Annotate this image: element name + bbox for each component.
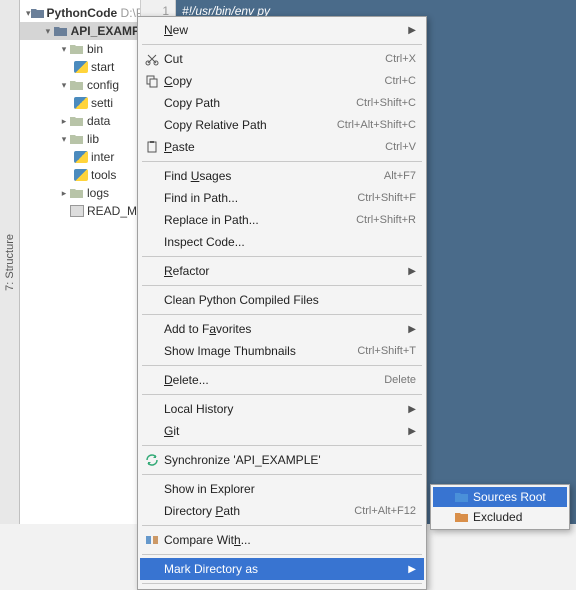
chevron-down-icon: ▾ <box>42 25 54 37</box>
sources-folder-icon <box>455 492 469 503</box>
menu-compare-with[interactable]: Compare With... <box>140 529 424 551</box>
menu-copy-path[interactable]: Copy PathCtrl+Shift+C <box>140 92 424 114</box>
menu-mark-directory-as[interactable]: Mark Directory as▶ <box>140 558 424 580</box>
python-file-icon <box>74 61 88 73</box>
submenu-arrow-icon: ▶ <box>408 426 416 437</box>
excluded-folder-icon <box>455 512 469 523</box>
python-file-icon <box>74 169 88 181</box>
menu-delete[interactable]: Delete...Delete <box>140 369 424 391</box>
sync-icon <box>144 452 160 468</box>
menu-copy-relative-path[interactable]: Copy Relative PathCtrl+Alt+Shift+C <box>140 114 424 136</box>
menu-new[interactable]: New▶ <box>140 19 424 41</box>
menu-paste[interactable]: PasteCtrl+V <box>140 136 424 158</box>
project-tree[interactable]: ▾ PythonCode D:\PythonCode ▾ API_EXAMP ▾… <box>20 0 140 524</box>
menu-show-explorer[interactable]: Show in Explorer <box>140 478 424 500</box>
folder-icon <box>54 25 68 37</box>
folder-icon <box>70 187 84 199</box>
menu-separator <box>142 394 422 395</box>
menu-separator <box>142 285 422 286</box>
tree-file-readme[interactable]: READ_M <box>20 202 140 220</box>
submenu-arrow-icon: ▶ <box>408 324 416 335</box>
menu-replace-in-path[interactable]: Replace in Path...Ctrl+Shift+R <box>140 209 424 231</box>
structure-tool-tab[interactable]: 7: Structure <box>0 0 20 524</box>
python-file-icon <box>74 151 88 163</box>
tree-folder-data[interactable]: ▸data <box>20 112 140 130</box>
folder-icon <box>31 7 44 19</box>
menu-separator <box>142 525 422 526</box>
tree-file[interactable]: tools <box>20 166 140 184</box>
menu-refactor[interactable]: Refactor▶ <box>140 260 424 282</box>
tree-file[interactable]: start <box>20 58 140 76</box>
tree-project[interactable]: ▾ API_EXAMP <box>20 22 140 40</box>
submenu-arrow-icon: ▶ <box>408 404 416 415</box>
chevron-down-icon: ▾ <box>58 43 70 55</box>
menu-local-history[interactable]: Local History▶ <box>140 398 424 420</box>
menu-show-thumbnails[interactable]: Show Image ThumbnailsCtrl+Shift+T <box>140 340 424 362</box>
submenu-excluded[interactable]: Excluded <box>433 507 567 527</box>
menu-synchronize[interactable]: Synchronize 'API_EXAMPLE' <box>140 449 424 471</box>
menu-clean-compiled[interactable]: Clean Python Compiled Files <box>140 289 424 311</box>
menu-separator <box>142 554 422 555</box>
chevron-right-icon: ▸ <box>58 187 70 199</box>
compare-icon <box>144 532 160 548</box>
folder-icon <box>70 79 84 91</box>
context-menu: New▶ CutCtrl+X CopyCtrl+C Copy PathCtrl+… <box>137 16 427 590</box>
scissors-icon <box>144 51 160 67</box>
tree-project-label: API_EXAMP <box>71 24 140 38</box>
menu-separator <box>142 44 422 45</box>
menu-git[interactable]: Git▶ <box>140 420 424 442</box>
tree-root-label: PythonCode <box>47 6 118 20</box>
menu-find-in-path[interactable]: Find in Path...Ctrl+Shift+F <box>140 187 424 209</box>
menu-add-favorites[interactable]: Add to Favorites▶ <box>140 318 424 340</box>
tree-file[interactable]: inter <box>20 148 140 166</box>
menu-separator <box>142 365 422 366</box>
menu-separator <box>142 314 422 315</box>
folder-icon <box>70 43 84 55</box>
menu-copy[interactable]: CopyCtrl+C <box>140 70 424 92</box>
tree-folder-logs[interactable]: ▸logs <box>20 184 140 202</box>
menu-find-usages[interactable]: Find UsagesAlt+F7 <box>140 165 424 187</box>
python-file-icon <box>74 97 88 109</box>
paste-icon <box>144 139 160 155</box>
tree-folder-bin[interactable]: ▾bin <box>20 40 140 58</box>
menu-directory-path[interactable]: Directory PathCtrl+Alt+F12 <box>140 500 424 522</box>
menu-separator <box>142 445 422 446</box>
chevron-down-icon: ▾ <box>58 79 70 91</box>
menu-separator <box>142 161 422 162</box>
tree-root[interactable]: ▾ PythonCode D:\PythonCode <box>20 4 140 22</box>
menu-separator <box>142 256 422 257</box>
text-file-icon <box>70 205 84 217</box>
copy-icon <box>144 73 160 89</box>
folder-icon <box>70 133 84 145</box>
submenu-arrow-icon: ▶ <box>408 25 416 36</box>
menu-separator <box>142 474 422 475</box>
tree-file[interactable]: setti <box>20 94 140 112</box>
folder-icon <box>70 115 84 127</box>
tree-folder-lib[interactable]: ▾lib <box>20 130 140 148</box>
submenu-sources-root[interactable]: Sources Root <box>433 487 567 507</box>
menu-cut[interactable]: CutCtrl+X <box>140 48 424 70</box>
submenu-arrow-icon: ▶ <box>408 564 416 575</box>
submenu-arrow-icon: ▶ <box>408 266 416 277</box>
mark-directory-submenu: Sources Root Excluded <box>430 484 570 530</box>
tree-folder-config[interactable]: ▾config <box>20 76 140 94</box>
menu-separator <box>142 583 422 584</box>
chevron-right-icon: ▸ <box>58 115 70 127</box>
chevron-down-icon: ▾ <box>58 133 70 145</box>
menu-inspect-code[interactable]: Inspect Code... <box>140 231 424 253</box>
structure-tab-label: 7: Structure <box>4 234 16 291</box>
